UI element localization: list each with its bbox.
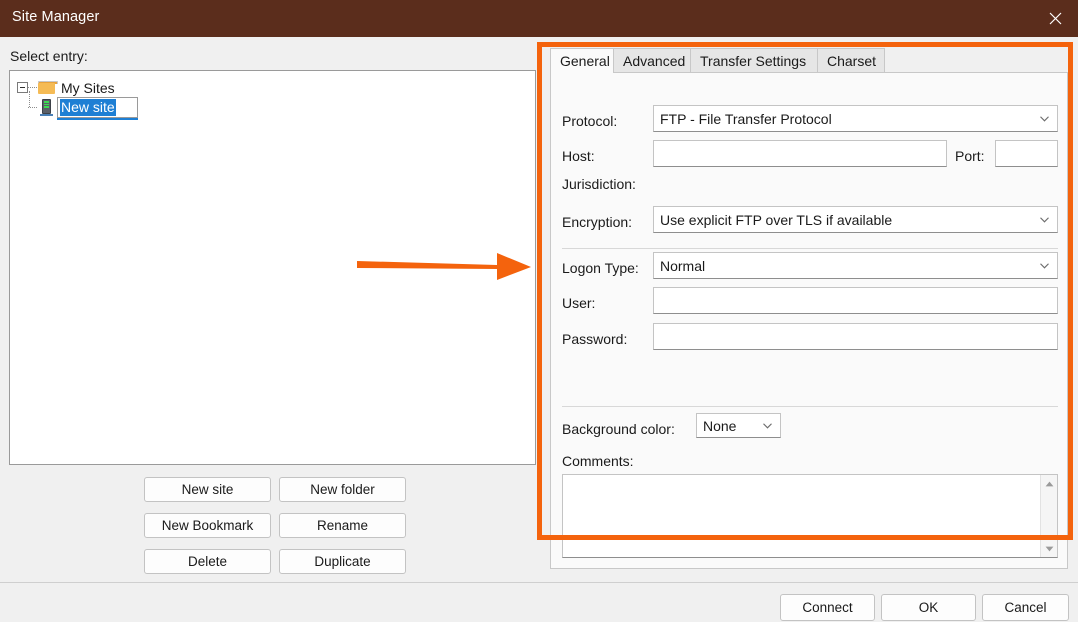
logon-type-select-value: Normal xyxy=(660,257,706,274)
tree-connector-line xyxy=(28,86,37,89)
comments-textarea[interactable] xyxy=(563,475,1040,557)
window-title: Site Manager xyxy=(12,9,100,25)
comments-label: Comments: xyxy=(562,453,634,469)
tree-item-my-sites[interactable]: My Sites xyxy=(17,77,115,98)
window-titlebar: Site Manager xyxy=(0,0,1078,37)
settings-pane: General Advanced Transfer Settings Chars… xyxy=(550,48,1068,569)
encryption-select-value: Use explicit FTP over TLS if available xyxy=(660,211,893,228)
select-entry-label: Select entry: xyxy=(10,48,88,64)
server-icon xyxy=(40,99,53,116)
tree-collapse-icon[interactable] xyxy=(17,82,28,93)
tree-item-label-my-sites: My Sites xyxy=(61,79,115,96)
delete-button[interactable]: Delete xyxy=(144,549,271,574)
password-label: Password: xyxy=(562,331,628,347)
logon-type-label: Logon Type: xyxy=(562,260,639,276)
close-icon[interactable] xyxy=(1032,0,1078,37)
tab-transfer-settings[interactable]: Transfer Settings xyxy=(690,48,818,73)
tab-advanced[interactable]: Advanced xyxy=(613,48,691,73)
chevron-down-icon xyxy=(1040,216,1049,223)
host-input[interactable] xyxy=(653,140,947,167)
host-label: Host: xyxy=(562,148,595,164)
tree-rename-input[interactable]: New site xyxy=(57,97,138,118)
tree-connector-vertical xyxy=(29,91,31,107)
background-color-select[interactable]: None xyxy=(696,413,781,438)
chevron-down-icon xyxy=(1040,262,1049,269)
new-folder-button[interactable]: New folder xyxy=(279,477,406,502)
protocol-select-value: FTP - File Transfer Protocol xyxy=(660,110,832,127)
tree-rename-selected-text: New site xyxy=(60,99,116,116)
general-tab-panel: Protocol: FTP - File Transfer Protocol H… xyxy=(550,72,1068,569)
logon-type-select[interactable]: Normal xyxy=(653,252,1058,279)
dialog-body: Select entry: My Sites New site New site xyxy=(0,37,1078,622)
chevron-down-icon xyxy=(763,422,772,429)
duplicate-button[interactable]: Duplicate xyxy=(279,549,406,574)
protocol-label: Protocol: xyxy=(562,113,618,129)
port-label: Port: xyxy=(955,148,985,164)
cancel-button[interactable]: Cancel xyxy=(982,594,1069,621)
encryption-label: Encryption: xyxy=(562,214,633,230)
background-color-label: Background color: xyxy=(562,421,675,437)
new-site-button[interactable]: New site xyxy=(144,477,271,502)
site-tree[interactable]: My Sites New site xyxy=(9,70,536,465)
scroll-down-icon[interactable] xyxy=(1041,540,1057,557)
chevron-down-icon xyxy=(1040,115,1049,122)
tabstrip: General Advanced Transfer Settings Chars… xyxy=(550,48,1068,73)
password-input[interactable] xyxy=(653,323,1058,350)
protocol-select[interactable]: FTP - File Transfer Protocol xyxy=(653,105,1058,132)
tab-charset[interactable]: Charset xyxy=(817,48,885,73)
new-bookmark-button[interactable]: New Bookmark xyxy=(144,513,271,538)
section-divider xyxy=(562,406,1058,407)
encryption-select[interactable]: Use explicit FTP over TLS if available xyxy=(653,206,1058,233)
port-input[interactable] xyxy=(995,140,1058,167)
tree-item-new-site[interactable]: New site xyxy=(17,91,138,118)
background-color-select-value: None xyxy=(703,417,737,434)
ok-button[interactable]: OK xyxy=(881,594,976,621)
comments-scrollbar[interactable] xyxy=(1040,475,1057,557)
connect-button[interactable]: Connect xyxy=(780,594,875,621)
rename-button[interactable]: Rename xyxy=(279,513,406,538)
comments-field xyxy=(562,474,1058,558)
folder-icon xyxy=(38,80,58,95)
footer-divider xyxy=(0,582,1078,583)
section-divider xyxy=(562,248,1058,249)
scroll-up-icon[interactable] xyxy=(1041,475,1057,492)
user-input[interactable] xyxy=(653,287,1058,314)
user-label: User: xyxy=(562,295,596,311)
tab-general[interactable]: General xyxy=(550,48,614,73)
jurisdiction-label: Jurisdiction: xyxy=(562,176,636,192)
